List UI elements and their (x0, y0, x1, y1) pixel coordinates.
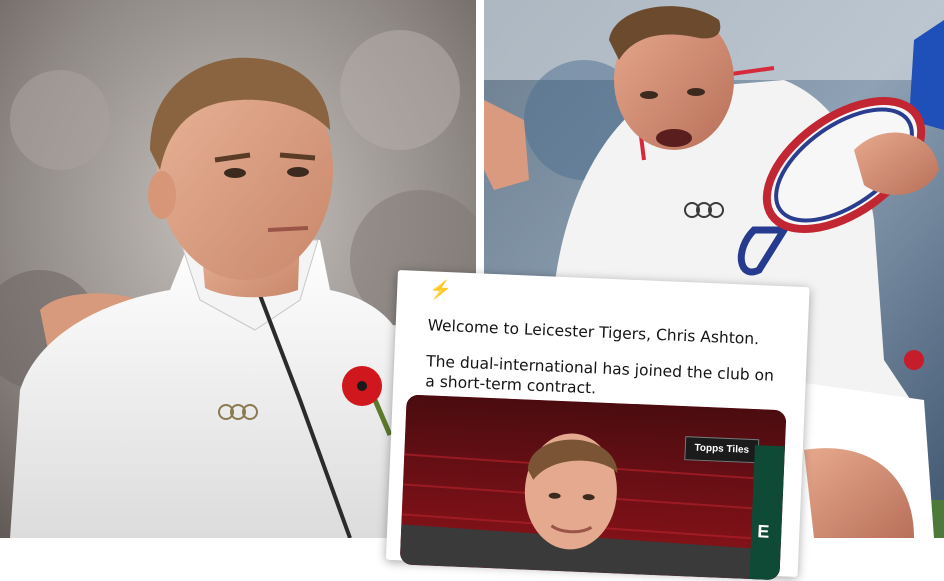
tweet-media-image[interactable]: Topps Tiles E (399, 394, 787, 581)
tweet-text-welcome: Welcome to Leicester Tigers, Chris Ashto… (427, 316, 760, 349)
lightning-emoji-icon: ⚡ (428, 279, 453, 301)
green-banner-letter: E (756, 521, 770, 542)
tweet-media-illustration (399, 394, 787, 581)
rose-badge (904, 350, 924, 370)
green-side-banner: E (749, 445, 785, 581)
sponsor-board: Topps Tiles (684, 436, 760, 464)
tweet-card: ⚡ Welcome to Leicester Tigers, Chris Ash… (385, 270, 810, 581)
